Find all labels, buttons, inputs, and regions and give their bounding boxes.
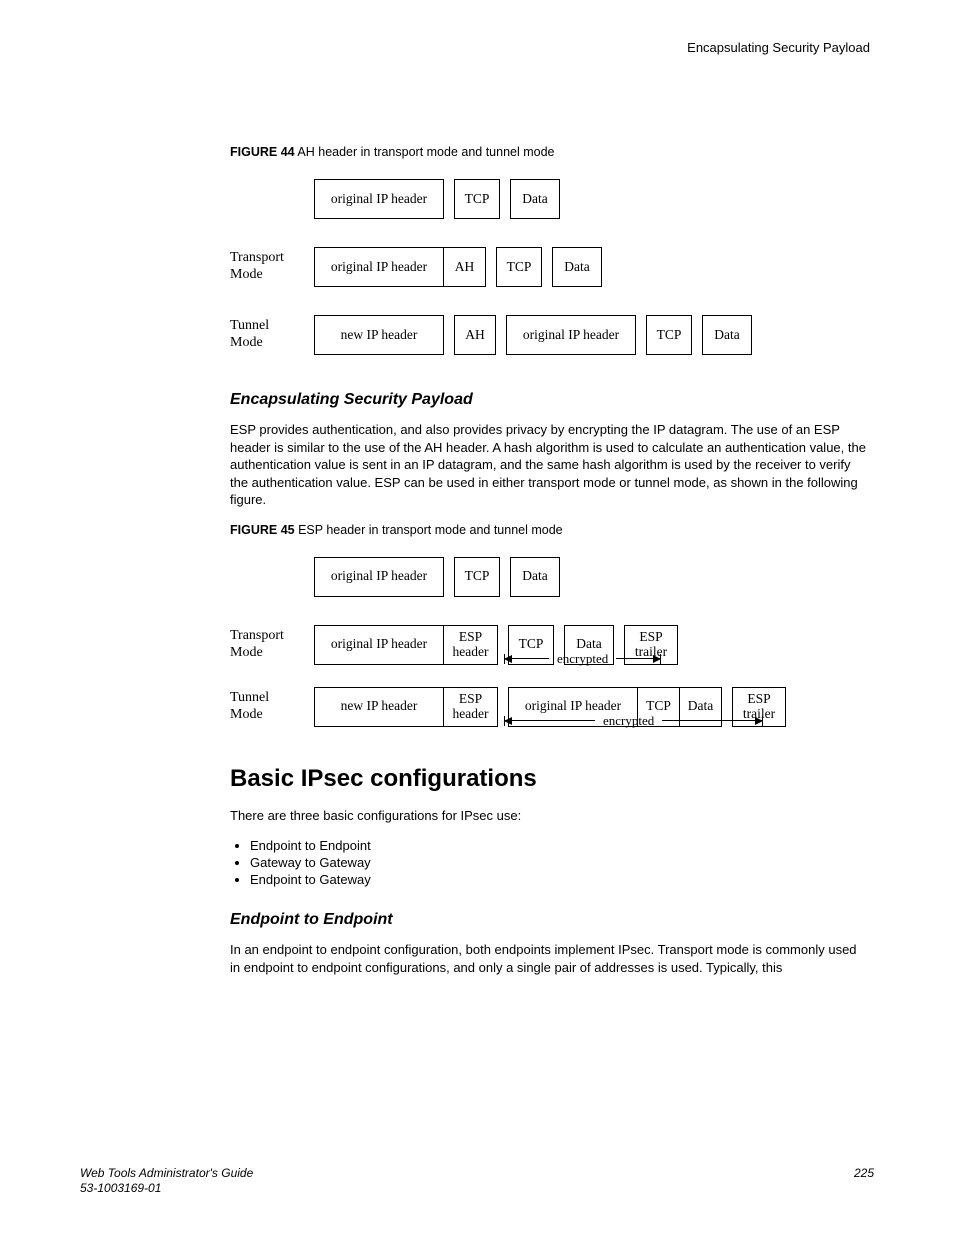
figure-45-text: ESP header in transport mode and tunnel … <box>298 523 563 537</box>
cell-data: Data <box>552 247 602 287</box>
basic-ipsec-intro: There are three basic configurations for… <box>230 807 870 825</box>
cell-orig-ip: original IP header <box>314 247 444 287</box>
cell-new-ip: new IP header <box>314 687 444 727</box>
encrypted-label: encrypted <box>595 713 662 729</box>
footer-title: Web Tools Administrator's Guide <box>80 1166 253 1182</box>
cell-tcp: TCP <box>454 557 500 597</box>
page-footer: Web Tools Administrator's Guide 53-10031… <box>80 1166 874 1197</box>
footer-page-number: 225 <box>854 1166 874 1197</box>
basic-ipsec-list: Endpoint to Endpoint Gateway to Gateway … <box>230 838 870 887</box>
cell-ah: AH <box>444 247 486 287</box>
esp-heading: Encapsulating Security Payload <box>230 391 870 409</box>
cell-data: Data <box>510 179 560 219</box>
cell-orig-ip: original IP header <box>314 557 444 597</box>
footer-docnum: 53-1003169-01 <box>80 1181 253 1197</box>
figure-45-diagram: original IP header TCP Data Transport Mo… <box>230 557 870 729</box>
row-label-tunnel: Tunnel Mode <box>230 318 314 352</box>
cell-tcp: TCP <box>454 179 500 219</box>
row-label-transport: Transport Mode <box>230 628 314 662</box>
list-item: Gateway to Gateway <box>250 855 870 870</box>
figure-44-text: AH header in transport mode and tunnel m… <box>297 145 554 159</box>
figure-44-caption: FIGURE 44 AH header in transport mode an… <box>230 145 870 159</box>
list-item: Endpoint to Gateway <box>250 872 870 887</box>
running-header: Encapsulating Security Payload <box>80 40 870 55</box>
cell-new-ip: new IP header <box>314 315 444 355</box>
cell-ah: AH <box>454 315 496 355</box>
endpoint-paragraph: In an endpoint to endpoint configuration… <box>230 941 870 976</box>
cell-tcp: TCP <box>646 315 692 355</box>
cell-data: Data <box>702 315 752 355</box>
basic-ipsec-heading: Basic IPsec configurations <box>230 765 870 793</box>
cell-orig-ip: original IP header <box>314 625 444 665</box>
figure-45-caption: FIGURE 45 ESP header in transport mode a… <box>230 523 870 537</box>
list-item: Endpoint to Endpoint <box>250 838 870 853</box>
cell-esp-header: ESP header <box>444 687 498 727</box>
cell-esp-header: ESP header <box>444 625 498 665</box>
cell-orig-ip: original IP header <box>314 179 444 219</box>
cell-data: Data <box>510 557 560 597</box>
esp-paragraph: ESP provides authentication, and also pr… <box>230 421 870 509</box>
row-label-transport: Transport Mode <box>230 250 314 284</box>
cell-orig-ip: original IP header <box>506 315 636 355</box>
row-label-tunnel: Tunnel Mode <box>230 690 314 724</box>
encrypted-label: encrypted <box>549 651 616 667</box>
cell-tcp: TCP <box>496 247 542 287</box>
figure-44-label: FIGURE 44 <box>230 145 295 159</box>
figure-45-label: FIGURE 45 <box>230 523 295 537</box>
figure-44-diagram: original IP header TCP Data Transport Mo… <box>230 179 870 355</box>
endpoint-heading: Endpoint to Endpoint <box>230 911 870 929</box>
